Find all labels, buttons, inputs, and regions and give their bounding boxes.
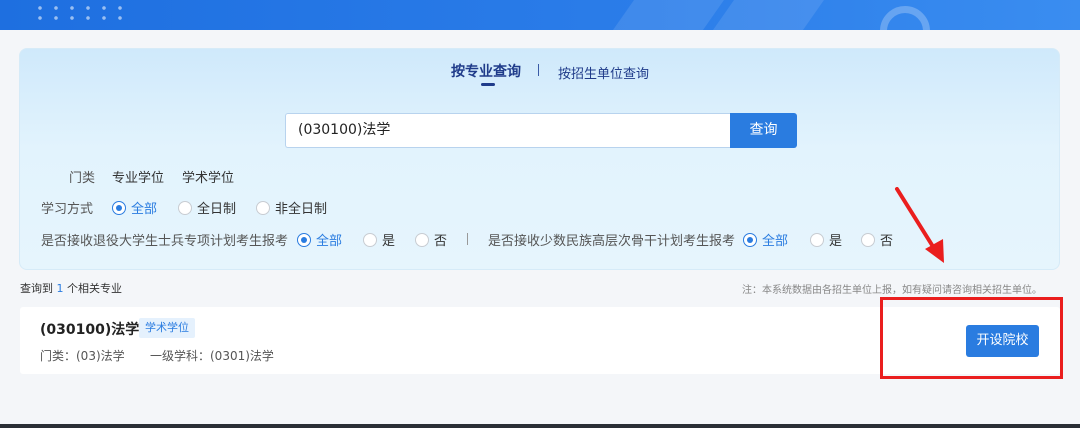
search-button[interactable]: 查询 xyxy=(730,113,797,148)
radio-dot xyxy=(112,200,126,215)
tab-separator xyxy=(538,64,539,76)
minority-plan-radio-yes[interactable]: 是 xyxy=(810,230,842,249)
tab-by-unit[interactable]: 按招生单位查询 xyxy=(558,63,649,82)
radio-label: 否 xyxy=(434,234,448,249)
result-count-suffix: 个相关专业 xyxy=(67,282,122,295)
radio-dot xyxy=(743,232,757,247)
list-item: (030100)法学 学术学位 门类：(03)法学 一级学科：(0301)法学 … xyxy=(20,307,1060,374)
active-tab-underline xyxy=(481,83,495,86)
banner-ring-decoration xyxy=(880,6,930,30)
radio-dot xyxy=(415,232,429,247)
filter-row-veteran-plan: 是否接收退役大学生士兵专项计划考生报考 xyxy=(41,230,288,249)
radio-dot xyxy=(297,232,311,247)
major-name: (030100)法学 xyxy=(40,322,140,338)
radio-label: 否 xyxy=(880,234,894,249)
minority-plan-label: 是否接收少数民族高层次骨干计划考生报考 xyxy=(488,234,736,249)
query-tabs: 按专业查询 按招生单位查询 xyxy=(20,61,1059,91)
result-count-number: 1 xyxy=(56,282,64,295)
bottom-bar xyxy=(0,424,1080,428)
data-source-note: 注：本系统数据由各招生单位上报，如有疑问请咨询相关招生单位。 xyxy=(742,285,1042,296)
category-item-professional[interactable]: 专业学位 xyxy=(112,167,164,186)
study-mode-radio-parttime[interactable]: 非全日制 xyxy=(256,198,327,217)
category-item-label: 学术学位 xyxy=(182,171,235,186)
study-mode-label: 学习方式 xyxy=(41,202,94,217)
veteran-plan-radio-yes[interactable]: 是 xyxy=(363,230,395,249)
radio-label: 全部 xyxy=(762,234,789,249)
tab-by-major-label: 按专业查询 xyxy=(451,64,521,80)
category-label: 门类 xyxy=(69,171,96,186)
major-category: 门类：(03)法学 xyxy=(40,349,125,363)
tab-by-major[interactable]: 按专业查询 xyxy=(451,61,521,86)
minority-plan-radio-no[interactable]: 否 xyxy=(861,230,893,249)
radio-dot xyxy=(256,200,270,215)
search-input[interactable]: (030100)法学 xyxy=(285,113,731,148)
radio-label: 是 xyxy=(382,234,396,249)
study-mode-radio-fulltime[interactable]: 全日制 xyxy=(178,198,236,217)
banner-stripe-decoration xyxy=(598,0,732,30)
study-mode-radio-all[interactable]: 全部 xyxy=(112,198,157,217)
category-item-label: 专业学位 xyxy=(112,171,165,186)
radio-dot xyxy=(810,232,824,247)
radio-dot xyxy=(363,232,377,247)
veteran-plan-radio-no[interactable]: 否 xyxy=(415,230,447,249)
major-discipline: 一级学科：(0301)法学 xyxy=(150,349,274,363)
filter-separator xyxy=(467,233,468,245)
radio-label: 全部 xyxy=(316,234,343,249)
view-schools-button[interactable]: 开设院校 xyxy=(966,325,1039,357)
filter-row-category: 门类 xyxy=(69,167,95,186)
filter-row-minority-plan: 是否接收少数民族高层次骨干计划考生报考 xyxy=(488,230,735,249)
radio-label: 非全日制 xyxy=(275,202,328,217)
veteran-plan-radio-all[interactable]: 全部 xyxy=(297,230,342,249)
search-panel: 按专业查询 按招生单位查询 (030100)法学 查询 门类 专业学位 学术学位… xyxy=(19,48,1060,270)
radio-label: 全日制 xyxy=(197,202,237,217)
radio-dot xyxy=(861,232,875,247)
radio-dot xyxy=(178,200,192,215)
radio-label: 是 xyxy=(829,234,843,249)
result-count-prefix: 查询到 xyxy=(20,282,53,295)
degree-type-tag: 学术学位 xyxy=(139,318,195,338)
radio-label: 全部 xyxy=(131,202,158,217)
veteran-plan-label: 是否接收退役大学生士兵专项计划考生报考 xyxy=(41,234,289,249)
category-item-academic[interactable]: 学术学位 xyxy=(182,167,234,186)
top-banner xyxy=(0,0,1080,30)
filter-row-study-mode: 学习方式 xyxy=(41,198,93,217)
tab-by-unit-label: 按招生单位查询 xyxy=(558,67,650,82)
banner-dots-decoration xyxy=(32,3,122,23)
result-count: 查询到 1 个相关专业 xyxy=(20,280,122,296)
minority-plan-radio-all[interactable]: 全部 xyxy=(743,230,788,249)
